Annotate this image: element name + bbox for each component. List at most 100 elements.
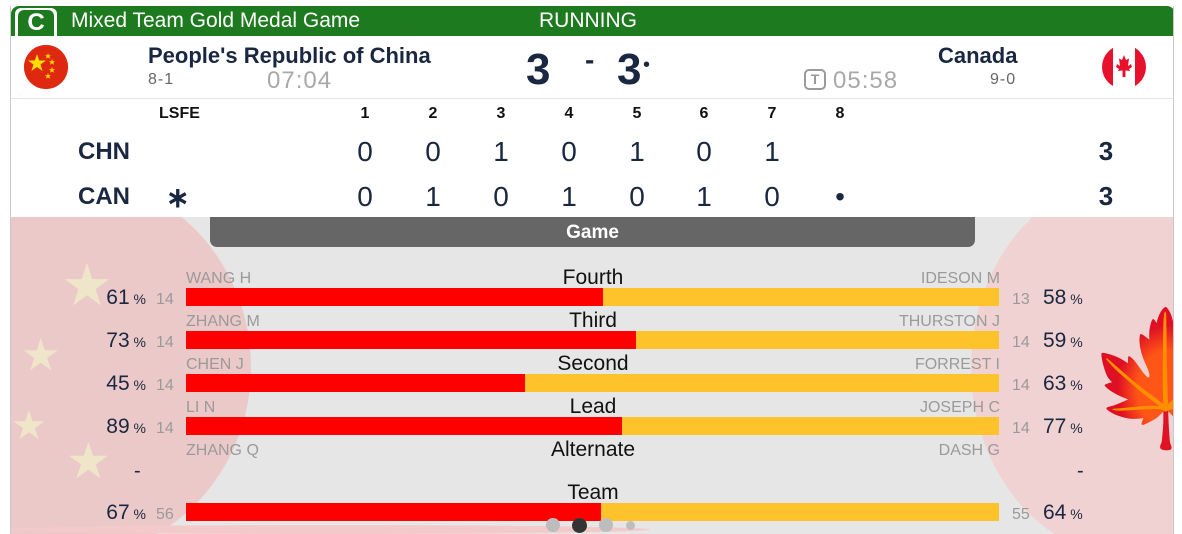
team-record-right: 9-0 <box>990 71 1017 88</box>
percentage-right: 59 % <box>1043 329 1083 352</box>
page-dot[interactable] <box>626 521 635 530</box>
timeout-icon: T <box>804 69 826 90</box>
comparison-bar-fill <box>186 288 604 306</box>
lsfe-header: LSFE <box>159 105 200 122</box>
shots-left: 56 <box>156 506 174 523</box>
comparison-bar-fill <box>186 331 636 349</box>
end-header: 2 <box>428 105 438 122</box>
shots-left: 14 <box>156 334 174 351</box>
percentage-left: 61 % <box>106 286 146 309</box>
percentage-left: 89 % <box>106 415 146 438</box>
percentage-right: 77 % <box>1043 415 1083 438</box>
linescore-table: LSFE 1 2 3 4 5 6 7 8 CHN CAN ∗ 0 0 1 0 1… <box>11 98 1173 217</box>
percentage-left: - <box>134 460 141 482</box>
percentage-right: 64 % <box>1043 501 1083 524</box>
shots-right: 14 <box>1012 377 1030 394</box>
game-header-bar: C Mixed Team Gold Medal Game RUNNING <box>11 6 1173 36</box>
end-score-right: 1 <box>561 181 577 212</box>
end-hammer-marker: • <box>835 181 845 212</box>
team-record-left: 8-1 <box>148 71 175 88</box>
position-label: Fourth <box>562 266 624 289</box>
end-score-left: 0 <box>425 136 441 167</box>
position-label: Lead <box>569 395 617 418</box>
thinking-clock-right: 05:58 <box>833 67 899 94</box>
comparison-bar <box>186 503 999 521</box>
scoreboard-widget: C Mixed Team Gold Medal Game RUNNING Peo… <box>10 6 1174 534</box>
end-header: 4 <box>564 105 574 122</box>
hammer-indicator: • <box>643 54 651 76</box>
comparison-bar <box>186 417 999 435</box>
shots-right: 55 <box>1012 506 1030 523</box>
shots-right: 14 <box>1012 334 1030 351</box>
end-header: 6 <box>699 105 709 122</box>
event-title: Mixed Team Gold Medal Game <box>71 9 361 32</box>
end-header: 1 <box>360 105 370 122</box>
position-stat-row: ZHANG M THURSTON J Third 73 % 59 % 14 14 <box>11 309 1173 355</box>
end-header: 8 <box>835 105 845 122</box>
end-score-right: 0 <box>493 181 509 212</box>
linescore-total-right: 3 <box>1098 181 1114 211</box>
team-code-right: CAN <box>78 183 130 210</box>
teams-row: People's Republic of China 8-1 07:04 3 -… <box>11 36 1173 98</box>
comparison-bar <box>186 374 999 392</box>
lsfe-marker: ∗ <box>166 182 190 213</box>
score-separator: - <box>585 44 595 75</box>
shots-left: 14 <box>156 420 174 437</box>
score-left: 3 <box>526 45 551 94</box>
team-stat-row: Team 67 % 64 % 56 55 <box>11 481 1173 527</box>
event-badge-letter: C <box>18 10 54 36</box>
canada-flag-icon <box>1102 45 1146 89</box>
end-score-right: 1 <box>696 181 712 212</box>
tab-game[interactable]: Game <box>210 217 975 247</box>
end-score-left: 1 <box>764 136 780 167</box>
end-score-right: 0 <box>357 181 373 212</box>
end-score-left: 0 <box>696 136 712 167</box>
percentage-right: - <box>1077 460 1084 482</box>
end-score-left: 1 <box>629 136 645 167</box>
shots-right: 13 <box>1012 291 1030 308</box>
percentage-right: 58 % <box>1043 286 1083 309</box>
position-stat-row: ZHANG Q DASH G Alternate - - <box>11 438 1173 484</box>
position-label: Alternate <box>550 438 636 461</box>
comparison-bar-fill <box>186 417 622 435</box>
end-score-right: 0 <box>764 181 780 212</box>
percentage-left: 45 % <box>106 372 146 395</box>
score-right: 3 <box>617 45 642 94</box>
china-flag-icon <box>24 45 68 89</box>
linescore-total-left: 3 <box>1098 136 1114 166</box>
team-name-right: Canada <box>938 43 1018 68</box>
comparison-bar <box>186 288 999 306</box>
shots-left: 14 <box>156 291 174 308</box>
stats-panel: ★ ★ ★ ★ 🍁 Game WANG H IDESON M Fourth 61… <box>11 217 1173 534</box>
end-score-left: 0 <box>357 136 373 167</box>
shots-right: 14 <box>1012 420 1030 437</box>
end-header: 3 <box>496 105 506 122</box>
end-score-left: 1 <box>493 136 509 167</box>
end-score-left: 0 <box>561 136 577 167</box>
page-dot[interactable] <box>546 518 560 532</box>
shots-left: 14 <box>156 377 174 394</box>
position-stat-row: CHEN J FORREST I Second 45 % 63 % 14 14 <box>11 352 1173 398</box>
position-label: Third <box>569 309 617 332</box>
page-dot-active[interactable] <box>572 518 587 533</box>
comparison-bar-fill <box>186 374 526 392</box>
team-name-left: People's Republic of China <box>148 43 431 68</box>
page-dot[interactable] <box>599 518 613 532</box>
end-score-right: 0 <box>629 181 645 212</box>
end-header: 7 <box>767 105 777 122</box>
position-stat-row: LI N JOSEPH C Lead 89 % 77 % 14 14 <box>11 395 1173 441</box>
thinking-clock-left: 07:04 <box>267 67 333 94</box>
event-badge: C <box>15 8 57 36</box>
percentage-left: 67 % <box>106 501 146 524</box>
comparison-bar-fill <box>186 503 602 521</box>
position-label: Second <box>557 352 629 375</box>
team-code-left: CHN <box>78 138 130 165</box>
end-score-right: 1 <box>425 181 441 212</box>
percentage-right: 63 % <box>1043 372 1083 395</box>
game-status: RUNNING <box>539 9 637 32</box>
end-header: 5 <box>632 105 642 122</box>
percentage-left: 73 % <box>106 329 146 352</box>
position-label: Team <box>567 481 619 504</box>
position-stat-row: WANG H IDESON M Fourth 61 % 58 % 14 13 <box>11 266 1173 312</box>
comparison-bar <box>186 331 999 349</box>
